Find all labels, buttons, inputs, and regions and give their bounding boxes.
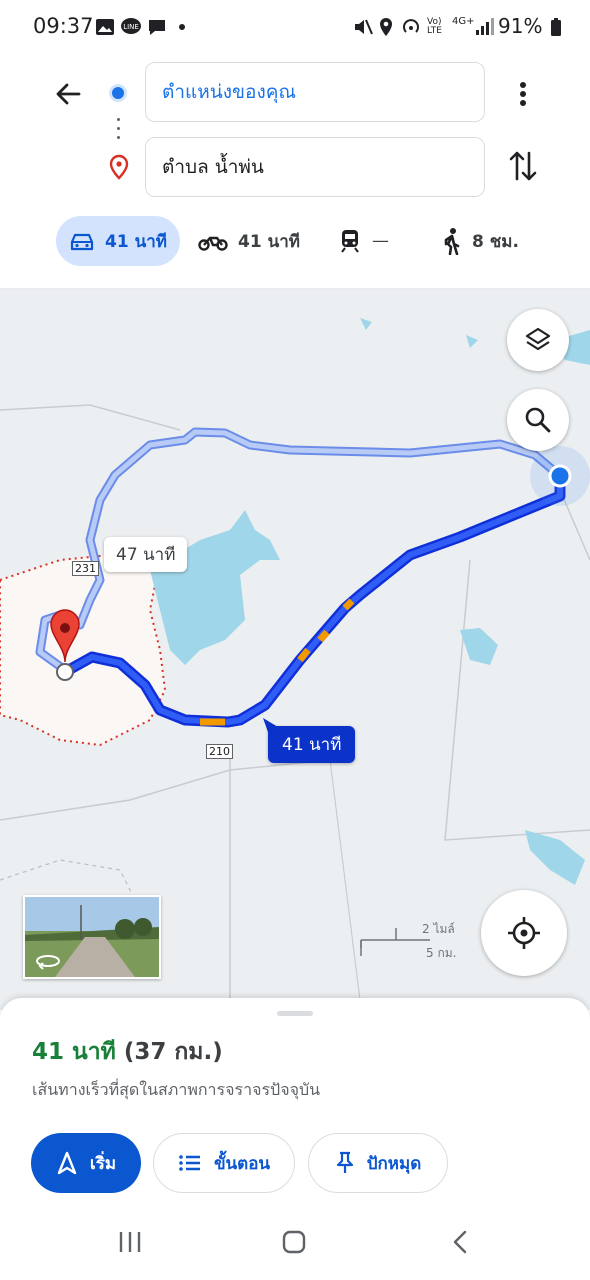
swap-button[interactable] [503, 146, 543, 186]
back-button[interactable] [46, 72, 90, 116]
lake [466, 335, 478, 348]
volte-label: Vo) LTE [427, 17, 442, 36]
district-boundary [0, 553, 167, 747]
destination-pin-icon [109, 154, 129, 180]
nav-recents-button[interactable] [110, 1222, 150, 1262]
dot-icon [179, 24, 185, 30]
my-location-dot [548, 464, 572, 488]
mode-car-label: 41 นาที [105, 231, 167, 252]
route-description: เส้นทางเร็วที่สุดในสภาพการจราจรปัจจุบัน [32, 1080, 321, 1099]
layers-button[interactable] [507, 309, 569, 371]
svg-text:LINE: LINE [123, 23, 139, 31]
route-duration: 41 นาที [32, 1039, 116, 1065]
gallery-icon [96, 19, 114, 35]
more-options-button[interactable] [505, 76, 541, 112]
traffic-segment [342, 598, 355, 611]
map-road [0, 759, 331, 821]
arrow-back-icon [56, 83, 81, 105]
start-navigation-button[interactable]: เริ่ม [31, 1133, 141, 1193]
search-along-route-button[interactable] [507, 389, 569, 451]
lake [360, 318, 372, 330]
connector-dot [117, 127, 120, 130]
mode-car-tab[interactable]: 41 นาที [56, 216, 180, 266]
more-vert-icon [520, 82, 526, 106]
pin-button[interactable]: ปักหมุด [308, 1133, 448, 1193]
lake [460, 628, 498, 665]
swap-vert-icon [509, 151, 537, 181]
map-road [0, 404, 181, 431]
reservoir [150, 510, 280, 665]
scale-metric-label: 5 กม. [426, 946, 457, 960]
route-shield-210: 210 [206, 744, 233, 759]
rotate-360-icon [36, 955, 60, 970]
pushpin-icon [336, 1151, 353, 1173]
search-icon [525, 407, 551, 433]
map-road [444, 559, 590, 841]
home-icon [282, 1230, 306, 1254]
status-clock: 09:37 [33, 14, 94, 38]
main-route-time-bubble[interactable]: 41 นาที [268, 726, 356, 763]
navigation-arrow-icon [57, 1151, 77, 1175]
crosshair-icon [508, 917, 540, 949]
hotspot-icon [403, 19, 419, 33]
destination-point [56, 663, 74, 681]
mode-transit-tab[interactable]: — [338, 216, 389, 266]
my-location-button[interactable] [481, 890, 567, 976]
signal-icon [476, 18, 494, 35]
car-icon [70, 233, 94, 251]
start-label: เริ่ม [89, 1153, 117, 1174]
connector-dot [117, 136, 120, 139]
walk-icon [444, 228, 460, 255]
battery-percent: 91% [498, 14, 543, 38]
lake [525, 830, 585, 885]
street-view-thumbnail[interactable] [23, 895, 161, 979]
scale-imperial-label: 2 ไมล์ [422, 922, 455, 936]
status-bar: 09:37 LINE Vo) LTE 4G+ 91% [0, 0, 590, 56]
mode-motorcycle-label: 41 นาที [238, 231, 300, 252]
destination-marker-dot [60, 623, 70, 633]
sheet-drag-handle[interactable] [277, 1011, 313, 1016]
layers-icon [525, 327, 551, 351]
nav-back-button[interactable] [441, 1222, 481, 1262]
destination-input[interactable]: ตำบล น้ำพ่น [145, 137, 485, 197]
map-road [329, 759, 361, 1001]
line-app-icon: LINE [121, 18, 141, 34]
route-summary: 41 นาที (37 กม.) [32, 1034, 223, 1070]
network-type-label: 4G+ [452, 16, 475, 27]
motorcycle-icon [198, 236, 228, 251]
route-distance: (37 กม.) [123, 1039, 223, 1065]
mode-motorcycle-tab[interactable]: 41 นาที [198, 216, 300, 266]
chat-icon [149, 20, 165, 35]
steps-button[interactable]: ขั้นตอน [153, 1133, 295, 1193]
chevron-left-icon [453, 1230, 467, 1254]
alternate-route-time-bubble[interactable]: 47 นาที [104, 537, 188, 572]
mute-icon [355, 19, 373, 35]
route-shield-231: 231 [72, 561, 99, 576]
connector-dot [117, 118, 120, 121]
list-icon [179, 1155, 200, 1171]
recents-icon [119, 1232, 141, 1252]
mode-walk-tab[interactable]: 8 ชม. [440, 216, 519, 266]
steps-label: ขั้นตอน [213, 1153, 271, 1174]
origin-dot-icon [109, 84, 127, 102]
map-scale: 2 ไมล์ 5 กม. [360, 918, 460, 963]
pin-label: ปักหมุด [366, 1153, 422, 1174]
mode-walk-label: 8 ชม. [472, 231, 519, 252]
train-icon [341, 230, 359, 253]
location-status-icon [380, 18, 392, 36]
nav-home-button[interactable] [274, 1222, 314, 1262]
mode-transit-label: — [372, 231, 389, 251]
battery-icon [551, 18, 561, 36]
origin-input[interactable]: ตำแหน่งของคุณ [145, 62, 485, 122]
